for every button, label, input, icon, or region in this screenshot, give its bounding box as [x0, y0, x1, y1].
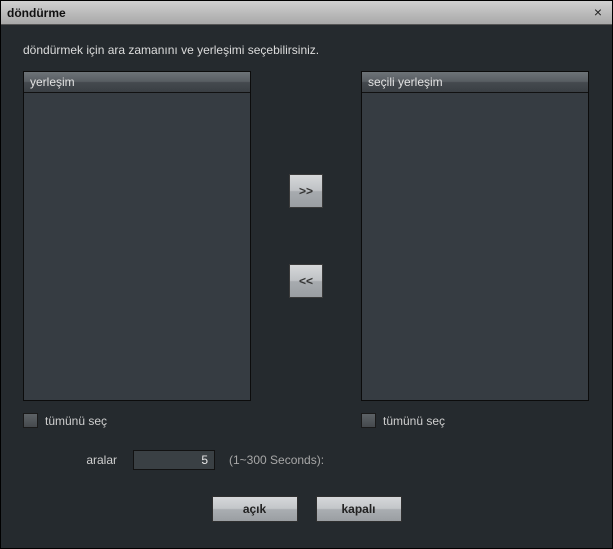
interval-label: aralar [23, 453, 123, 467]
available-list-header: yerleşim [24, 72, 250, 93]
dialog-content: döndürmek için ara zamanını ve yerleşimi… [1, 25, 612, 536]
available-list-body[interactable] [24, 93, 250, 400]
right-check-area: tümünü seç [361, 413, 445, 428]
remove-button[interactable]: << [289, 264, 323, 298]
select-all-right-label: tümünü seç [383, 414, 445, 428]
interval-input[interactable] [133, 450, 215, 470]
instruction-text: döndürmek için ara zamanını ve yerleşimi… [23, 43, 590, 57]
selected-listbox[interactable]: seçili yerleşim [361, 71, 589, 401]
action-button-row: açık kapalı [23, 496, 590, 522]
select-all-right-wrap: tümünü seç [361, 413, 445, 428]
selected-list-body[interactable] [362, 93, 588, 400]
interval-hint: (1~300 Seconds): [229, 453, 324, 467]
window-title: döndürme [7, 6, 66, 20]
available-list-column: yerleşim [23, 71, 251, 401]
lists-row: yerleşim >> << seçili yerleşim [23, 71, 590, 401]
interval-row: aralar (1~300 Seconds): [23, 450, 590, 470]
select-all-left-wrap: tümünü seç [23, 413, 251, 428]
check-row-spacer [251, 413, 361, 428]
close-icon[interactable]: × [590, 5, 606, 21]
titlebar: döndürme × [1, 1, 612, 25]
select-all-row: tümünü seç tümünü seç [23, 413, 590, 428]
select-all-right-checkbox[interactable] [361, 413, 376, 428]
transfer-buttons-column: >> << [251, 71, 361, 401]
close-button[interactable]: kapalı [316, 496, 402, 522]
selected-list-header: seçili yerleşim [362, 72, 588, 93]
add-button[interactable]: >> [289, 174, 323, 208]
select-all-left-checkbox[interactable] [23, 413, 38, 428]
dialog-window: döndürme × döndürmek için ara zamanını v… [0, 0, 613, 549]
open-button[interactable]: açık [212, 496, 298, 522]
left-check-area: tümünü seç [23, 413, 251, 428]
available-listbox[interactable]: yerleşim [23, 71, 251, 401]
selected-list-column: seçili yerleşim [361, 71, 589, 401]
select-all-left-label: tümünü seç [45, 414, 107, 428]
